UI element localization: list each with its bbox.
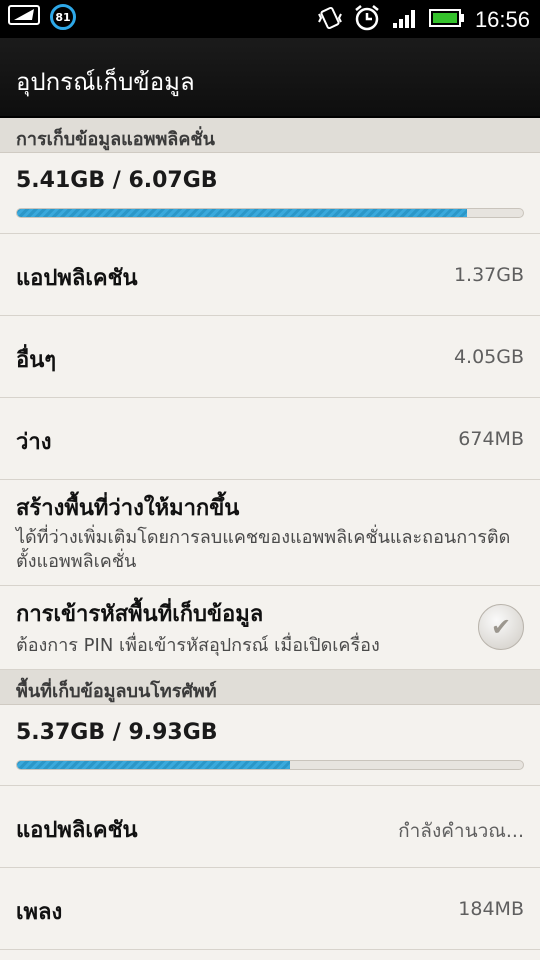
item-label: แอปพลิเคชัน	[16, 266, 138, 291]
battery-percent-badge: 81	[50, 4, 76, 30]
storage-usage-text: 5.41GB / 6.07GB	[16, 168, 218, 193]
app-storage-summary: 5.41GB / 6.07GB	[0, 152, 540, 234]
list-item-music[interactable]: เพลง 184MB	[0, 868, 540, 950]
item-value: 1.37GB	[453, 264, 524, 286]
storage-progress-bar	[16, 208, 524, 218]
list-item-free[interactable]: ว่าง 674MB	[0, 398, 540, 480]
list-item-apps[interactable]: แอปพลิเคชัน 1.37GB	[0, 234, 540, 316]
action-bar: อุปกรณ์เก็บข้อมูล	[0, 38, 540, 116]
item-label: แอปพลิเคชัน	[16, 818, 138, 843]
page-title: อุปกรณ์เก็บข้อมูล	[16, 68, 195, 96]
item-label: อื่นๆ	[16, 348, 57, 373]
item-label: เพลง	[16, 900, 63, 925]
status-bar: 81 16:56	[0, 0, 540, 38]
item-title: การเข้ารหัสพื้นที่เก็บข้อมูล	[16, 602, 264, 627]
item-label: ว่าง	[16, 430, 52, 455]
alarm-icon	[353, 4, 381, 36]
list-item-phone-apps[interactable]: แอปพลิเคชัน กำลังคำนวณ...	[0, 786, 540, 868]
vibrate-icon	[317, 6, 343, 34]
item-description: ได้ที่ว่างเพิ่มเติมโดยการลบแคชของแอพพลิเ…	[16, 527, 511, 572]
section-header-app-storage: การเก็บข้อมูลแอพพลิคชั่น	[0, 118, 540, 153]
free-up-space-item[interactable]: สร้างพื้นที่ว่างให้มากขึ้น ได้ที่ว่างเพิ…	[0, 480, 540, 586]
item-value: 184MB	[458, 898, 524, 920]
signal-icon	[391, 7, 419, 33]
encrypt-storage-item[interactable]: การเข้ารหัสพื้นที่เก็บข้อมูล ต้องการ PIN…	[0, 586, 540, 670]
encrypt-checkbox[interactable]: ✔	[478, 604, 524, 650]
list-item-other[interactable]: อื่นๆ 4.05GB	[0, 316, 540, 398]
storage-progress-bar	[16, 760, 524, 770]
section-title: พื้นที่เก็บข้อมูลบนโทรศัพท์	[16, 681, 217, 702]
section-title: การเก็บข้อมูลแอพพลิคชั่น	[16, 129, 215, 150]
clock: 16:56	[474, 7, 530, 32]
storage-usage-text: 5.37GB / 9.93GB	[16, 720, 218, 745]
item-title: สร้างพื้นที่ว่างให้มากขึ้น	[16, 496, 240, 521]
item-value: 4.05GB	[453, 346, 524, 368]
phone-storage-summary: 5.37GB / 9.93GB	[0, 704, 540, 786]
item-description: ต้องการ PIN เพื่อเข้ารหัสอุปกรณ์ เมื่อเป…	[16, 635, 380, 656]
item-value: 674MB	[458, 428, 524, 450]
item-value: กำลังคำนวณ...	[398, 820, 524, 842]
battery-icon	[428, 8, 465, 32]
checkmark-icon: ✔	[490, 613, 512, 641]
section-header-phone-storage: พื้นที่เก็บข้อมูลบนโทรศัพท์	[0, 670, 540, 705]
notification-icon	[8, 4, 42, 30]
storage-progress-fill	[17, 209, 468, 217]
storage-progress-fill	[17, 761, 291, 769]
